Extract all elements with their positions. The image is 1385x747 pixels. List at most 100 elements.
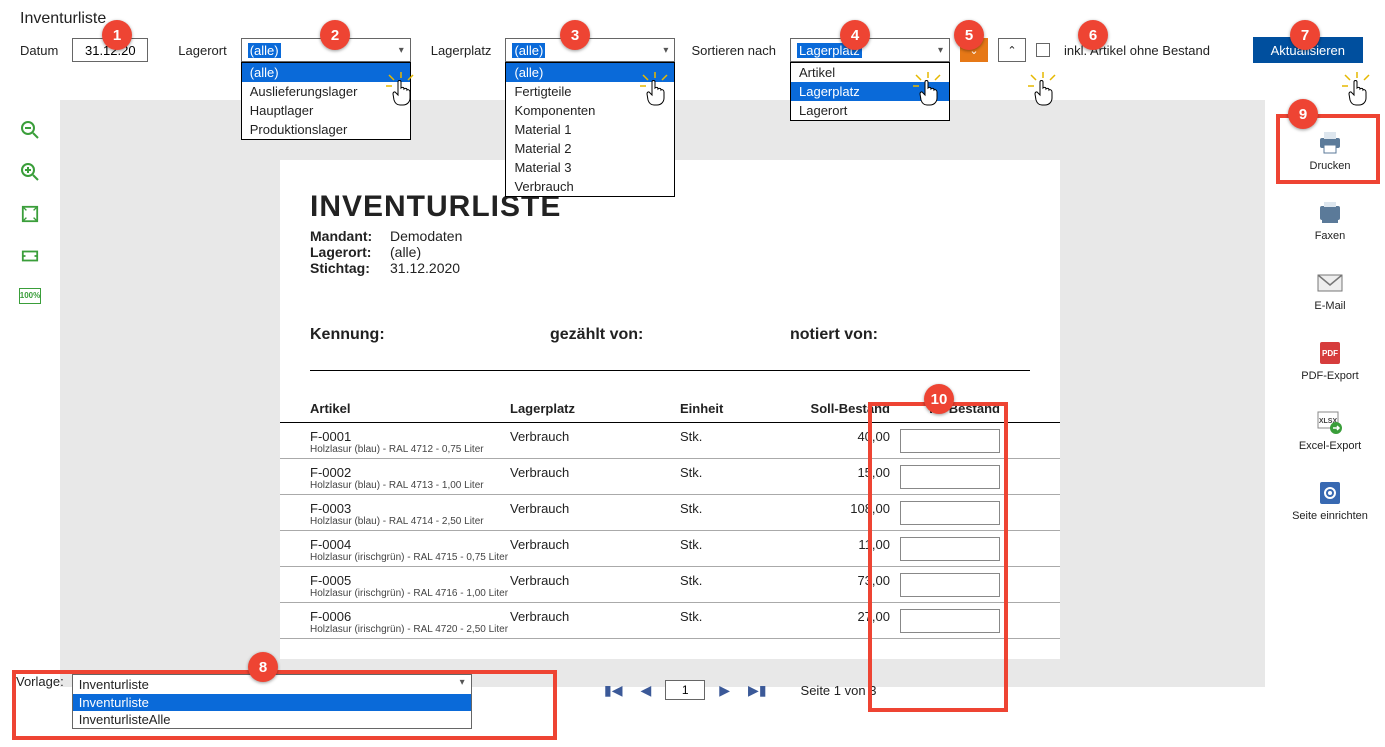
- xlsx-icon: XLSX: [1315, 410, 1345, 436]
- lagerplatz-label: Lagerplatz: [431, 43, 492, 58]
- callout-5: 5: [954, 20, 984, 50]
- gezaehlt-label: gezählt von:: [550, 326, 790, 371]
- xlsx-label: Excel-Export: [1275, 440, 1385, 452]
- mandant-value: Demodaten: [390, 228, 462, 244]
- notiert-label: notiert von:: [790, 326, 1030, 371]
- cell-lagerplatz: Verbrauch: [510, 429, 680, 444]
- prev-page-icon[interactable]: ◀: [636, 682, 655, 699]
- dropdown-option[interactable]: Auslieferungslager: [242, 82, 410, 101]
- first-page-icon[interactable]: ▮◀: [600, 682, 626, 699]
- cell-artikel: F-0005Holzlasur (irischgrün) - RAL 4716 …: [310, 573, 510, 599]
- lagerplatz-dropdown[interactable]: (alle)FertigteileKomponentenMaterial 1Ma…: [505, 62, 675, 197]
- chevron-down-icon: ▾: [663, 45, 668, 56]
- cell-lagerplatz: Verbrauch: [510, 573, 680, 588]
- lagerort-label: Lagerort: [178, 43, 226, 58]
- dropdown-option[interactable]: Artikel: [791, 63, 949, 82]
- cell-lagerplatz: Verbrauch: [510, 465, 680, 480]
- datum-label: Datum: [20, 43, 58, 58]
- setup-label: Seite einrichten: [1275, 510, 1385, 522]
- cell-einheit: Stk.: [680, 573, 780, 588]
- fit-page-icon[interactable]: [20, 204, 40, 224]
- sort-dropdown[interactable]: ArtikelLagerplatzLagerort: [790, 62, 950, 121]
- zoom-out-icon[interactable]: [20, 120, 40, 140]
- page-status: Seite 1 von 3: [801, 683, 877, 698]
- email-button[interactable]: E-Mail: [1275, 270, 1385, 312]
- fax-icon: [1315, 200, 1345, 226]
- callout-9: 9: [1288, 99, 1318, 129]
- cell-lagerplatz: Verbrauch: [510, 609, 680, 624]
- dropdown-option[interactable]: (alle): [506, 63, 674, 82]
- fit-width-icon[interactable]: [20, 246, 40, 266]
- next-page-icon[interactable]: ▶: [715, 682, 734, 699]
- stichtag-value: 31.12.2020: [390, 260, 460, 276]
- cell-einheit: Stk.: [680, 609, 780, 624]
- callout-7: 7: [1290, 20, 1320, 50]
- dropdown-option[interactable]: Komponenten: [506, 101, 674, 120]
- pdf-export-button[interactable]: PDF PDF-Export: [1275, 340, 1385, 382]
- callout-10: 10: [924, 384, 954, 414]
- cell-artikel: F-0001Holzlasur (blau) - RAL 4712 - 0,75…: [310, 429, 510, 455]
- callout-2: 2: [320, 20, 350, 50]
- cell-einheit: Stk.: [680, 537, 780, 552]
- sort-combo[interactable]: Lagerplatz ▾ ArtikelLagerplatzLagerort: [790, 38, 950, 62]
- inkl-ohne-bestand-checkbox[interactable]: [1036, 43, 1050, 57]
- sort-asc-button[interactable]: ⌃: [998, 38, 1026, 62]
- rep-lagerort-label: Lagerort:: [310, 244, 390, 260]
- col-artikel: Artikel: [310, 401, 510, 416]
- page-title: Inventurliste: [0, 0, 1385, 28]
- pdf-icon: PDF: [1315, 340, 1345, 366]
- dropdown-option[interactable]: Produktionslager: [242, 120, 410, 139]
- col-lagerplatz: Lagerplatz: [510, 401, 680, 416]
- cell-einheit: Stk.: [680, 465, 780, 480]
- cell-lagerplatz: Verbrauch: [510, 537, 680, 552]
- kennung-label: Kennung:: [310, 326, 550, 371]
- dropdown-option[interactable]: Lagerort: [791, 101, 949, 120]
- pdf-label: PDF-Export: [1275, 370, 1385, 382]
- cell-artikel: F-0006Holzlasur (irischgrün) - RAL 4720 …: [310, 609, 510, 635]
- callout-6: 6: [1078, 20, 1108, 50]
- filter-bar: Datum Lagerort (alle) ▾ (alle)Auslieferu…: [0, 28, 1385, 72]
- last-page-icon[interactable]: ▶▮: [744, 682, 770, 699]
- dropdown-option[interactable]: (alle): [242, 63, 410, 82]
- chevron-down-icon: ▾: [399, 45, 404, 56]
- cell-einheit: Stk.: [680, 501, 780, 516]
- lagerplatz-combo[interactable]: (alle) ▾ (alle)FertigteileKomponentenMat…: [505, 38, 675, 62]
- callout-8: 8: [248, 652, 278, 682]
- svg-text:PDF: PDF: [1322, 349, 1338, 358]
- annotation-box-10: [868, 402, 1008, 712]
- cell-artikel: F-0004Holzlasur (irischgrün) - RAL 4715 …: [310, 537, 510, 563]
- zoom-in-icon[interactable]: [20, 162, 40, 182]
- fax-button[interactable]: Faxen: [1275, 200, 1385, 242]
- dropdown-option[interactable]: Material 2: [506, 139, 674, 158]
- zoom-toolbar: 100%: [0, 100, 60, 304]
- dropdown-option[interactable]: Material 3: [506, 158, 674, 177]
- zoom-100-icon[interactable]: 100%: [19, 288, 41, 304]
- sort-label: Sortieren nach: [691, 43, 776, 58]
- chevron-down-icon: ▾: [938, 45, 943, 56]
- cell-lagerplatz: Verbrauch: [510, 501, 680, 516]
- lagerort-selected: (alle): [248, 43, 281, 58]
- email-icon: [1315, 270, 1345, 296]
- lagerplatz-selected: (alle): [512, 43, 545, 58]
- dropdown-option[interactable]: Material 1: [506, 120, 674, 139]
- callout-1: 1: [102, 20, 132, 50]
- rep-lagerort-value: (alle): [390, 244, 421, 260]
- callout-3: 3: [560, 20, 590, 50]
- annotation-box-8: [12, 670, 557, 740]
- dropdown-option[interactable]: Lagerplatz: [791, 82, 949, 101]
- page-number-input[interactable]: [665, 680, 705, 700]
- lagerort-dropdown[interactable]: (alle)AuslieferungslagerHauptlagerProduk…: [241, 62, 411, 140]
- callout-4: 4: [840, 20, 870, 50]
- dropdown-option[interactable]: Verbrauch: [506, 177, 674, 196]
- fax-label: Faxen: [1275, 230, 1385, 242]
- dropdown-option[interactable]: Fertigteile: [506, 82, 674, 101]
- excel-export-button[interactable]: XLSX Excel-Export: [1275, 410, 1385, 452]
- stichtag-label: Stichtag:: [310, 260, 390, 276]
- dropdown-option[interactable]: Hauptlager: [242, 101, 410, 120]
- cell-artikel: F-0002Holzlasur (blau) - RAL 4713 - 1,00…: [310, 465, 510, 491]
- page-setup-button[interactable]: Seite einrichten: [1275, 480, 1385, 522]
- gear-page-icon: [1315, 480, 1345, 506]
- cell-einheit: Stk.: [680, 429, 780, 444]
- col-einheit: Einheit: [680, 401, 780, 416]
- mandant-label: Mandant:: [310, 228, 390, 244]
